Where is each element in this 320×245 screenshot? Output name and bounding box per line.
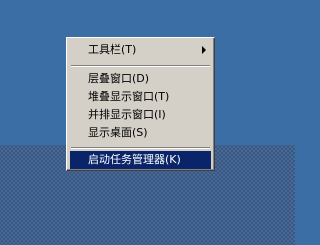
menu-item-show-desktop[interactable]: 显示桌面(S) xyxy=(70,124,211,142)
submenu-arrow-icon xyxy=(202,46,206,54)
menu-separator xyxy=(71,65,210,67)
menu-item-toolbars[interactable]: 工具栏(T) xyxy=(70,41,211,59)
menu-item-tile-horizontally[interactable]: 堆叠显示窗口(T) xyxy=(70,88,211,106)
taskbar-context-menu: 工具栏(T) 层叠窗口(D) 堆叠显示窗口(T) 并排显示窗口(I) 显示桌面(… xyxy=(66,37,215,171)
menu-item-label: 工具栏(T) xyxy=(88,43,137,56)
menu-item-label: 堆叠显示窗口(T) xyxy=(88,90,170,103)
menu-item-label: 并排显示窗口(I) xyxy=(88,108,166,121)
menu-separator xyxy=(71,147,210,149)
menu-item-label: 启动任务管理器(K) xyxy=(88,153,181,166)
menu-item-cascade-windows[interactable]: 层叠窗口(D) xyxy=(70,70,211,88)
menu-item-task-manager[interactable]: 启动任务管理器(K) xyxy=(70,151,211,169)
menu-item-tile-vertically[interactable]: 并排显示窗口(I) xyxy=(70,106,211,124)
menu-item-label: 显示桌面(S) xyxy=(88,126,148,139)
menu-item-label: 层叠窗口(D) xyxy=(88,72,150,85)
